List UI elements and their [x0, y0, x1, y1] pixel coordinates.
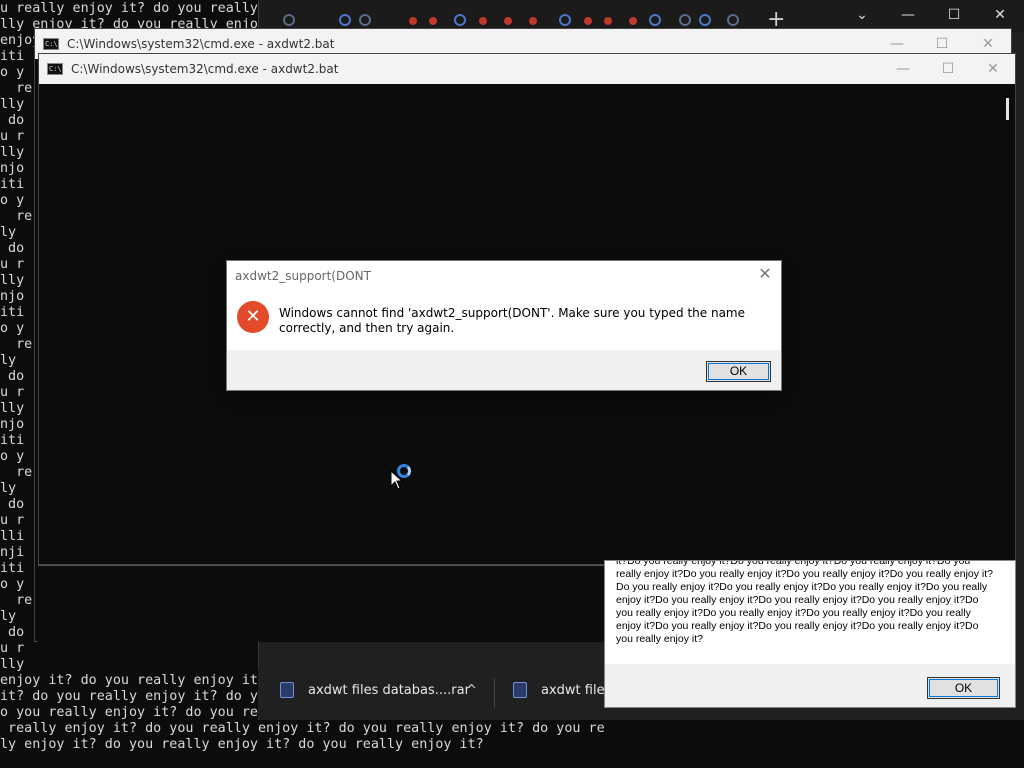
console-icon: C:\ [43, 38, 59, 50]
console-icon: C:\ [47, 63, 63, 75]
browser-close-button[interactable]: ✕ [985, 6, 1015, 24]
close-button[interactable]: ✕ [968, 33, 1008, 55]
tab-favicon[interactable] [604, 17, 612, 25]
tab-favicon[interactable] [479, 17, 487, 25]
browser-minimize-button[interactable]: — [893, 6, 923, 24]
tab-favicon[interactable] [629, 17, 637, 25]
error-icon: ✕ [237, 301, 269, 333]
tab-favicon[interactable] [339, 14, 351, 26]
tab-favicon[interactable] [727, 14, 739, 26]
tab-favicon[interactable] [429, 17, 437, 25]
ok-button[interactable]: OK [706, 361, 771, 382]
browser-tab-search-button[interactable]: ⌄ [847, 6, 877, 24]
console-line: ly enjoy it? do you really enjoy it? do … [0, 737, 484, 752]
message-box-body: it?Do you really enjoy it?Do you really … [605, 561, 1015, 664]
tab-favicon[interactable] [359, 14, 371, 26]
tab-favicon[interactable] [504, 17, 512, 25]
close-button[interactable]: ✕ [973, 58, 1013, 80]
archive-icon [280, 682, 294, 698]
browser-maximize-button[interactable]: ☐ [939, 6, 969, 24]
error-dialog: axdwt2_support(DONT ✕ ✕ Windows cannot f… [226, 260, 782, 391]
ok-button[interactable]: OK [927, 677, 1000, 699]
new-tab-button[interactable]: + [767, 9, 785, 31]
maximize-button[interactable]: ☐ [928, 58, 968, 80]
dialog-body: axdwt2_support(DONT ✕ ✕ Windows cannot f… [227, 261, 781, 350]
busy-spinner-icon [397, 464, 411, 478]
console-line: really enjoy it? do you really enjoy it?… [0, 721, 605, 736]
tab-favicon[interactable] [649, 14, 661, 26]
download-item-label[interactable]: axdwt files [541, 668, 611, 718]
archive-icon [513, 682, 527, 698]
tab-favicon[interactable] [699, 14, 711, 26]
divider [494, 678, 495, 708]
tab-favicon[interactable] [409, 17, 417, 25]
tab-favicon[interactable] [283, 14, 295, 26]
window-title: C:\Windows\system32\cmd.exe - axdwt2.bat [71, 62, 339, 76]
tab-favicon[interactable] [679, 14, 691, 26]
chevron-up-icon[interactable]: ^ [466, 668, 477, 714]
dialog-title: axdwt2_support(DONT [235, 269, 371, 283]
minimize-button[interactable]: — [883, 58, 923, 80]
tab-favicon[interactable] [454, 14, 466, 26]
cmd-titlebar[interactable]: C:\ C:\Windows\system32\cmd.exe - axdwt2… [39, 54, 1015, 84]
minimize-button[interactable]: — [877, 33, 917, 55]
window-title: C:\Windows\system32\cmd.exe - axdwt2.bat [67, 37, 335, 51]
dialog-message: Windows cannot find 'axdwt2_support(DONT… [279, 306, 745, 335]
message-box: it?Do you really enjoy it?Do you really … [604, 560, 1016, 708]
tab-favicon[interactable] [584, 17, 592, 25]
tab-favicon[interactable] [529, 17, 537, 25]
download-item-label[interactable]: axdwt files databas....rar [308, 668, 470, 718]
message-text: it?Do you really enjoy it?Do you really … [616, 561, 994, 645]
tab-favicon[interactable] [559, 14, 571, 26]
close-icon[interactable]: ✕ [755, 264, 775, 284]
scrollbar-thumb[interactable] [1006, 98, 1009, 120]
maximize-button[interactable]: ☐ [922, 33, 962, 55]
